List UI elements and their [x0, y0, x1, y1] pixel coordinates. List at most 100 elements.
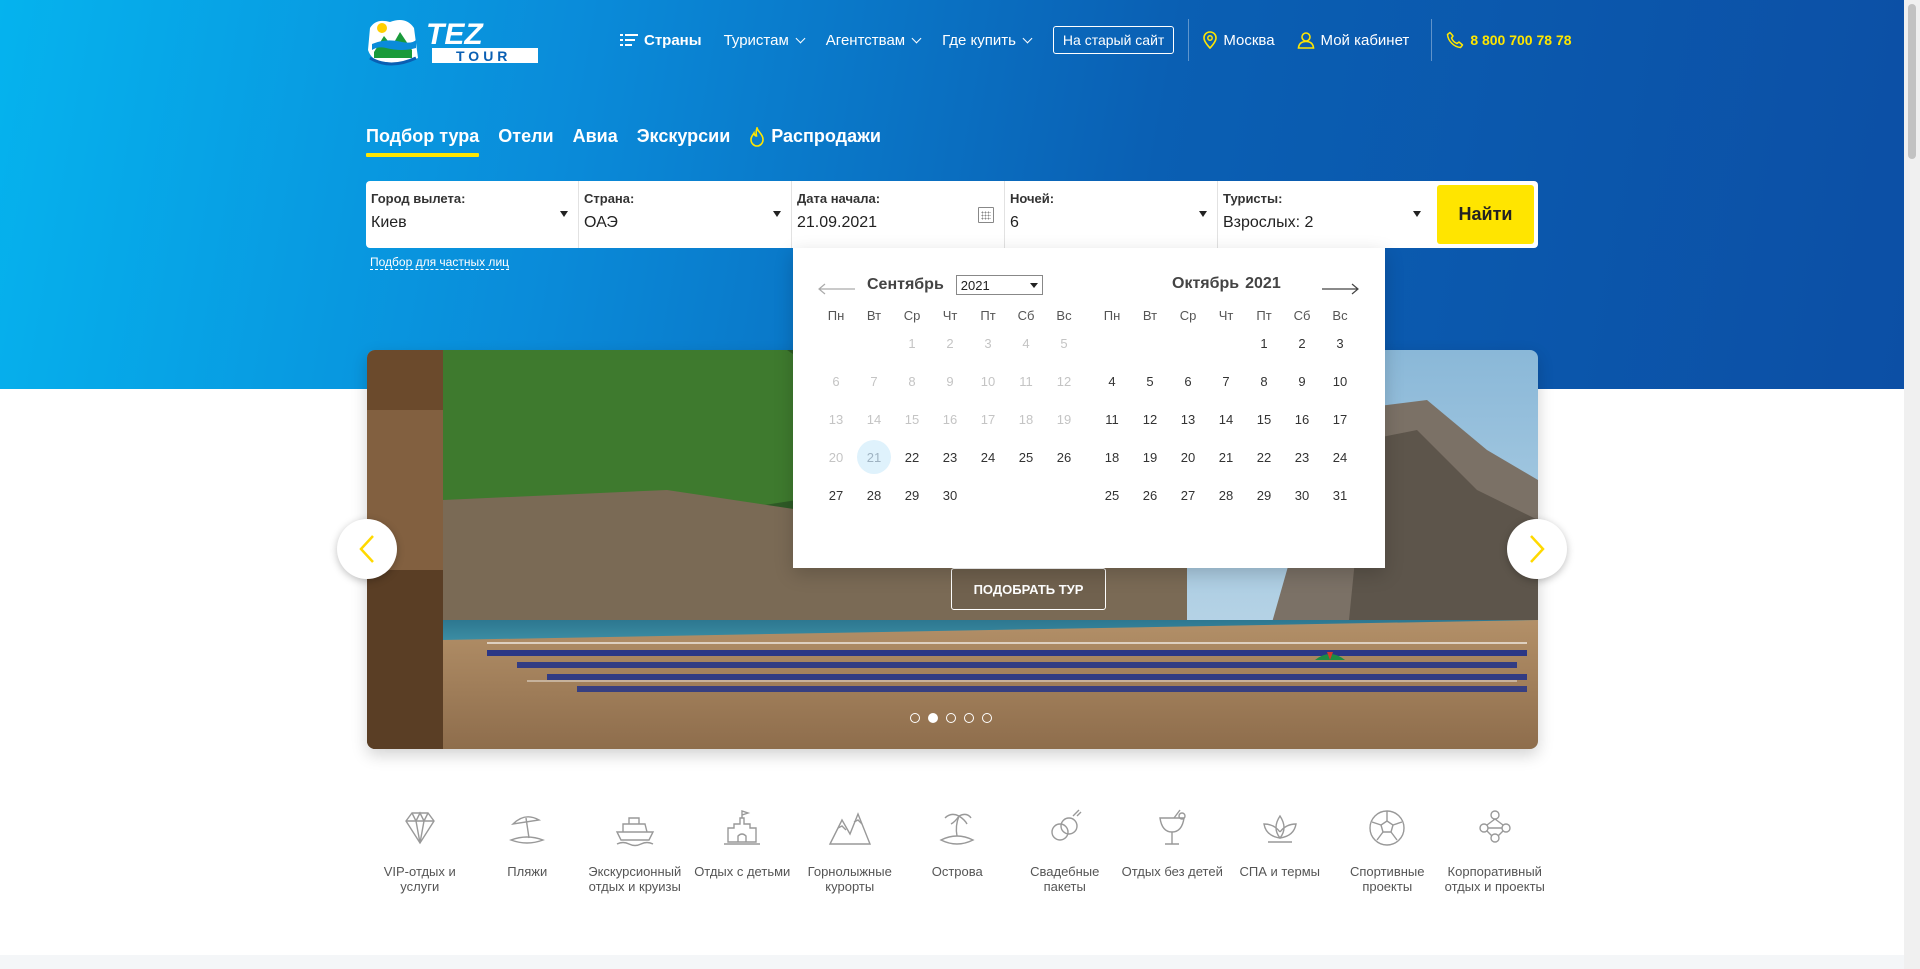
calendar-day[interactable]: 21 — [1207, 444, 1245, 482]
calendar-day[interactable]: 5 — [1131, 368, 1169, 406]
calendar-day[interactable]: 16 — [1283, 406, 1321, 444]
calendar-day[interactable]: 11 — [1093, 406, 1131, 444]
category-label: VIP-отдых и услуги — [383, 864, 456, 894]
start-date-field[interactable]: Дата начала: 21.09.2021 — [792, 181, 1005, 248]
tab-hotels[interactable]: Отели — [498, 126, 553, 147]
category-wedding[interactable]: Свадебные пакеты — [1011, 806, 1119, 894]
calendar-day[interactable]: 28 — [1207, 482, 1245, 520]
calendar-empty-cell — [969, 482, 1007, 520]
year-select[interactable]: 2021 — [955, 275, 1043, 295]
country-select[interactable]: Страна: ОАЭ — [579, 181, 792, 248]
calendar-day[interactable]: 25 — [1007, 444, 1045, 482]
calendar-day-selected[interactable]: 21 — [855, 440, 893, 482]
category-adults[interactable]: Отдых без детей — [1119, 806, 1227, 894]
right-month-header: Октябрь 2021 — [1172, 275, 1281, 293]
calendar-day[interactable]: 19 — [1131, 444, 1169, 482]
calendar-day[interactable]: 30 — [931, 482, 969, 520]
tez-tour-logo[interactable]: TEZ TOUR — [366, 14, 544, 68]
calendar-day[interactable]: 24 — [969, 444, 1007, 482]
slider-dot[interactable] — [946, 713, 956, 723]
calendar-week-row: 18 19 20 21 22 23 24 — [1093, 444, 1359, 482]
calendar-day[interactable]: 1 — [1245, 330, 1283, 368]
nights-select[interactable]: Ночей: 6 — [1005, 181, 1218, 248]
calendar-day[interactable]: 22 — [893, 444, 931, 482]
nav-countries[interactable]: Страны — [620, 32, 702, 49]
category-sport[interactable]: Спортивные проекты — [1334, 806, 1442, 894]
nav-agencies[interactable]: Агентствам — [826, 32, 922, 49]
category-beaches[interactable]: Пляжи — [474, 806, 582, 894]
tab-avia[interactable]: Авиа — [573, 126, 618, 147]
calendar-day[interactable]: 31 — [1321, 482, 1359, 520]
category-label: Отдых с детьми — [694, 864, 791, 879]
calendar-day[interactable]: 23 — [1283, 444, 1321, 482]
calendar-day[interactable]: 10 — [1321, 368, 1359, 406]
calendar-day[interactable]: 6 — [1169, 368, 1207, 406]
tab-excursions[interactable]: Экскурсии — [637, 126, 731, 147]
category-vip[interactable]: VIP-отдых и услуги — [366, 806, 474, 894]
lotus-icon — [1262, 814, 1297, 843]
search-button[interactable]: Найти — [1437, 185, 1534, 244]
departure-city-select[interactable]: Город вылета: Киев — [366, 181, 579, 248]
calendar-day[interactable]: 18 — [1093, 444, 1131, 482]
calendar-week-row: 4 5 6 7 8 9 10 — [1093, 368, 1359, 406]
nav-city[interactable]: Москва — [1203, 31, 1275, 49]
page-scrollbar[interactable] — [1904, 0, 1920, 969]
beach-umbrella-icon — [509, 816, 546, 844]
nav-phone[interactable]: 8 800 700 78 78 — [1446, 31, 1572, 49]
calendar-day[interactable]: 27 — [817, 482, 855, 520]
calendar-day[interactable]: 25 — [1093, 482, 1131, 520]
private-search-link[interactable]: Подбор для частных лиц — [370, 255, 510, 270]
old-site-button[interactable]: На старый сайт — [1052, 26, 1175, 54]
calendar-day[interactable]: 30 — [1283, 482, 1321, 520]
calendar-day[interactable]: 26 — [1045, 444, 1083, 482]
nav-cabinet[interactable]: Мой кабинет — [1297, 31, 1409, 49]
calendar-day[interactable]: 17 — [1321, 406, 1359, 444]
calendar-day[interactable]: 15 — [1245, 406, 1283, 444]
category-corporate[interactable]: Корпоративный отдых и проекты — [1441, 806, 1549, 894]
calendar-day[interactable]: 28 — [855, 482, 893, 520]
diamond-icon — [404, 811, 435, 845]
tourists-select[interactable]: Туристы: Взрослых: 2 — [1218, 181, 1431, 248]
slider-prev-button[interactable] — [337, 519, 397, 579]
calendar-week-row: 27 28 29 30 — [817, 482, 1083, 520]
calendar-day[interactable]: 27 — [1169, 482, 1207, 520]
calendar-day[interactable]: 20 — [1169, 444, 1207, 482]
calendar-day[interactable]: 29 — [1245, 482, 1283, 520]
calendar-day[interactable]: 24 — [1321, 444, 1359, 482]
scrollbar-thumb[interactable] — [1908, 4, 1916, 159]
calendar-day[interactable]: 13 — [1169, 406, 1207, 444]
calendar-day[interactable]: 3 — [1321, 330, 1359, 368]
slider-dot[interactable] — [982, 713, 992, 723]
calendar-day[interactable]: 14 — [1207, 406, 1245, 444]
dropdown-arrow-icon — [560, 211, 568, 217]
nav-tourists[interactable]: Туристам — [724, 32, 806, 49]
calendar-day[interactable]: 29 — [893, 482, 931, 520]
category-islands[interactable]: Острова — [904, 806, 1012, 894]
calendar-day[interactable]: 22 — [1245, 444, 1283, 482]
calendar-day[interactable]: 7 — [1207, 368, 1245, 406]
category-ski[interactable]: Горнолыжные курорты — [796, 806, 904, 894]
calendar-day[interactable]: 9 — [1283, 368, 1321, 406]
category-kids[interactable]: Отдых с детьми — [689, 806, 797, 894]
nav-where-to-buy[interactable]: Где купить — [942, 32, 1033, 49]
tab-sales[interactable]: Распродажи — [749, 126, 881, 147]
calendar-icon[interactable] — [978, 207, 994, 223]
category-spa[interactable]: СПА и термы — [1226, 806, 1334, 894]
prev-month-arrow-icon[interactable] — [818, 283, 856, 295]
slider-dot[interactable] — [910, 713, 920, 723]
calendar-day[interactable]: 23 — [931, 444, 969, 482]
slider-next-button[interactable] — [1507, 519, 1567, 579]
calendar-day[interactable]: 12 — [1131, 406, 1169, 444]
select-tour-button[interactable]: ПОДОБРАТЬ ТУР — [951, 568, 1106, 610]
tab-tour-search[interactable]: Подбор тура — [366, 126, 480, 157]
category-cruises[interactable]: Экскурсионный отдых и круизы — [581, 806, 689, 894]
calendar-day[interactable]: 8 — [1245, 368, 1283, 406]
slider-dot[interactable] — [964, 713, 974, 723]
right-month-grid: Пн Вт Ср Чт Пт Сб Вс 1 2 3 4 5 6 7 8 9 10 11 12 13 14 15 16 17 1… — [1093, 308, 1359, 520]
calendar-day[interactable]: 2 — [1283, 330, 1321, 368]
slider-dot-active[interactable] — [928, 713, 938, 723]
calendar-day[interactable]: 4 — [1093, 368, 1131, 406]
calendar-day[interactable]: 26 — [1131, 482, 1169, 520]
next-month-arrow-icon[interactable] — [1321, 283, 1359, 295]
calendar-day-disabled: 16 — [942, 412, 958, 427]
